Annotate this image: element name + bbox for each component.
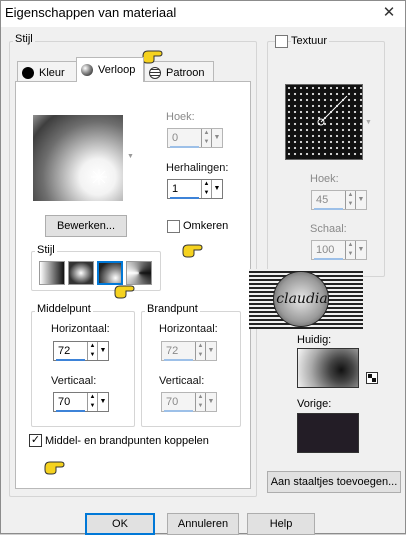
texture-angle-spin-arrows[interactable]: ▲ ▼ <box>345 191 355 209</box>
invert-checkbox[interactable] <box>167 220 180 233</box>
watermark-logo: claudia <box>249 269 363 329</box>
focal-horizontal-stepper[interactable]: 72 ▲ ▼ ▼ <box>161 341 217 361</box>
focal-point-marker-icon[interactable] <box>89 167 109 187</box>
watermark-text: claudia <box>276 291 328 307</box>
pointing-hand-icon <box>44 461 65 475</box>
center-horizontal-stepper[interactable]: 72 ▲ ▼ ▼ <box>53 341 109 361</box>
rectangular-style-button[interactable] <box>68 261 94 285</box>
gradient-circle-icon <box>81 64 93 76</box>
style-group-label: Stijl <box>13 33 35 45</box>
repetitions-dropdown-icon[interactable]: ▼ <box>211 180 222 198</box>
tab-label: Patroon <box>166 66 205 79</box>
center-point-label: Middelpunt <box>35 303 93 315</box>
pointing-hand-icon <box>114 285 135 299</box>
link-points-label: Middel- en brandpunten koppelen <box>45 435 209 447</box>
current-material-swatch <box>297 348 359 388</box>
focal-vertical-dropdown-icon[interactable]: ▼ <box>205 393 216 411</box>
center-vertical-dropdown-icon[interactable]: ▼ <box>97 393 108 411</box>
angle-stepper[interactable]: 0 ▲ ▼ ▼ <box>167 128 223 148</box>
angle-spin-arrows[interactable]: ▲ ▼ <box>201 129 211 147</box>
angle-value: 0 <box>168 129 201 148</box>
pointing-hand-icon <box>142 50 163 64</box>
current-label: Huidig: <box>297 334 332 346</box>
texture-scale-dropdown-icon[interactable]: ▼ <box>355 241 366 259</box>
focal-horizontal-value: 72 <box>162 342 195 361</box>
previous-material-swatch[interactable] <box>297 413 359 453</box>
link-points-checkbox[interactable]: ✓ <box>29 434 42 447</box>
texture-label: Textuur <box>291 35 330 47</box>
tab-label: Kleur <box>39 66 65 79</box>
cancel-button[interactable]: Annuleren <box>167 513 239 535</box>
gradient-preview[interactable] <box>33 115 123 201</box>
watermark-badge: claudia <box>273 271 329 327</box>
title-bar: Eigenschappen van materiaal ✕ <box>1 1 405 27</box>
texture-scale-value: 100 <box>312 241 345 260</box>
help-button[interactable]: Help <box>247 513 315 535</box>
focal-vertical-value: 70 <box>162 393 195 412</box>
gradient-style-label: Stijl <box>35 244 57 256</box>
center-vertical-spin-arrows[interactable]: ▲ ▼ <box>87 393 97 411</box>
angle-label: Hoek: <box>166 111 195 123</box>
repetitions-value: 1 <box>168 180 201 199</box>
repetitions-label: Herhalingen: <box>166 162 229 174</box>
texture-scale-label: Schaal: <box>310 223 347 235</box>
invert-label: Omkeren <box>183 220 229 232</box>
repetitions-stepper[interactable]: 1 ▲ ▼ ▼ <box>167 179 223 199</box>
center-vertical-stepper[interactable]: 70 ▲ ▼ ▼ <box>53 392 109 412</box>
texture-scale-stepper[interactable]: 100 ▲ ▼ ▼ <box>311 240 367 260</box>
tab-label: Verloop <box>98 64 136 76</box>
edit-gradient-button[interactable]: Bewerken... <box>45 215 127 237</box>
close-icon[interactable]: ✕ <box>381 4 397 22</box>
focal-vertical-stepper[interactable]: 70 ▲ ▼ ▼ <box>161 392 217 412</box>
center-horizontal-spin-arrows[interactable]: ▲ ▼ <box>87 342 97 360</box>
center-vertical-label: Verticaal: <box>51 375 97 387</box>
focal-vertical-label: Verticaal: <box>159 375 205 387</box>
focal-horizontal-label: Horizontaal: <box>159 323 218 335</box>
center-vertical-value: 70 <box>54 393 87 412</box>
gradient-dropdown-arrow-icon[interactable]: ▼ <box>127 153 134 160</box>
linear-style-button[interactable] <box>39 261 65 285</box>
pointing-hand-icon <box>182 244 203 258</box>
angle-dropdown-icon[interactable]: ▼ <box>211 129 222 147</box>
focal-vertical-spin-arrows[interactable]: ▲ ▼ <box>195 393 205 411</box>
texture-angle-stepper[interactable]: 45 ▲ ▼ ▼ <box>311 190 367 210</box>
center-horizontal-label: Horizontaal: <box>51 323 110 335</box>
focal-horizontal-dropdown-icon[interactable]: ▼ <box>205 342 216 360</box>
texture-angle-value: 45 <box>312 191 345 210</box>
texture-checkbox[interactable] <box>275 35 288 48</box>
focal-horizontal-spin-arrows[interactable]: ▲ ▼ <box>195 342 205 360</box>
texture-dropdown-arrow-icon[interactable]: ▼ <box>365 119 372 126</box>
focal-point-label: Brandpunt <box>145 303 200 315</box>
repetitions-spin-arrows[interactable]: ▲ ▼ <box>201 180 211 198</box>
center-horizontal-dropdown-icon[interactable]: ▼ <box>97 342 108 360</box>
tab-kleur[interactable]: Kleur <box>17 61 77 83</box>
material-properties-dialog: Eigenschappen van materiaal ✕ Stijl Kleu… <box>0 0 406 535</box>
previous-label: Vorige: <box>297 398 332 410</box>
texture-angle-dropdown-icon[interactable]: ▼ <box>355 191 366 209</box>
tab-verloop[interactable]: Verloop <box>76 57 144 82</box>
add-to-swatches-button[interactable]: Aan staaltjes toevoegen... <box>267 471 401 493</box>
window-title: Eigenschappen van materiaal <box>5 5 177 20</box>
pattern-globe-icon <box>149 66 161 79</box>
black-circle-icon <box>22 66 34 79</box>
texture-angle-marker-icon <box>317 95 348 126</box>
texture-scale-spin-arrows[interactable]: ▲ ▼ <box>345 241 355 259</box>
ok-button[interactable]: OK <box>85 513 155 535</box>
swap-palette-icon[interactable] <box>366 372 378 384</box>
center-horizontal-value: 72 <box>54 342 87 361</box>
texture-angle-label: Hoek: <box>310 173 339 185</box>
